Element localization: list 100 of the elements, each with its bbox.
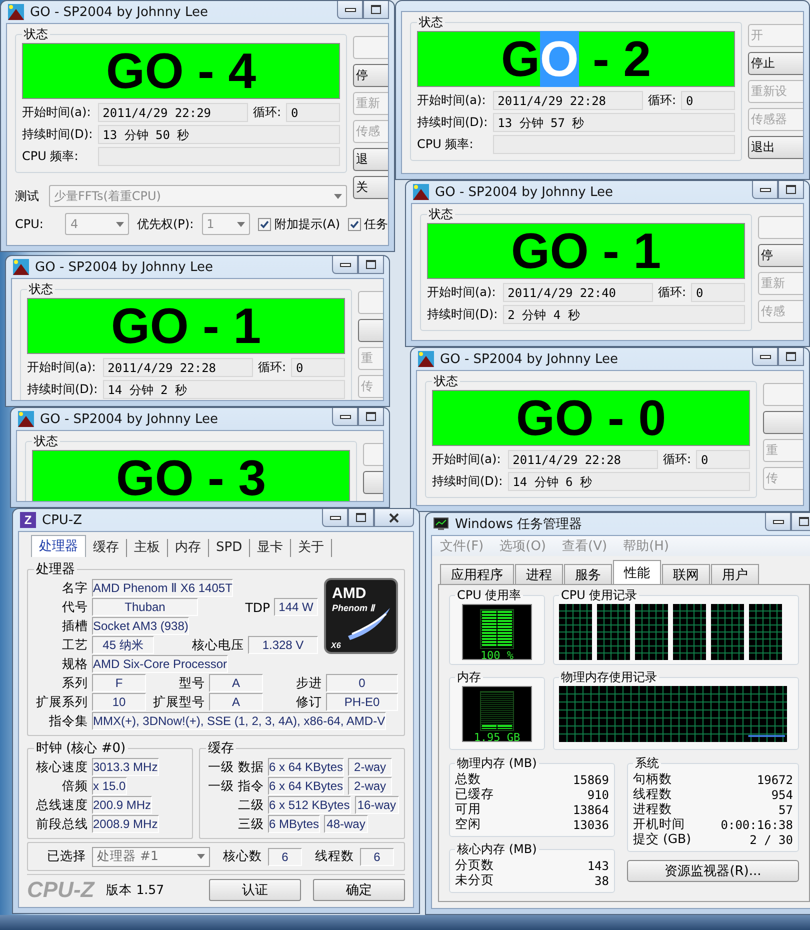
version-text: 版本 1.57 (106, 882, 164, 898)
side-button[interactable]: 停 (353, 64, 388, 87)
minimize-button[interactable] (752, 348, 778, 366)
minimize-button[interactable] (765, 513, 791, 531)
stat-label: 已缓存 (455, 786, 494, 803)
field-label: 规格 (61, 656, 88, 672)
minimize-button[interactable] (752, 181, 778, 199)
meter-reading: 100 % (480, 649, 514, 662)
processor-dropdown[interactable]: 处理器 #1 (92, 846, 210, 866)
status-text: GO - 1 (110, 299, 262, 353)
clock-field: 3013.3 MHz (92, 758, 159, 776)
minimize-button[interactable] (332, 408, 358, 426)
footer-button[interactable]: 认证 (209, 879, 301, 901)
checkbox[interactable] (348, 218, 361, 230)
side-button[interactable]: 停止 (748, 52, 803, 75)
tab[interactable]: 性能 (613, 560, 661, 584)
start-time-field: 2011/4/29 22:40 (502, 283, 653, 302)
minimize-button[interactable] (337, 1, 363, 19)
group-label: 物理内存使用记录 (560, 669, 658, 686)
tab[interactable]: 缓存 (86, 539, 127, 557)
stat-label: 总数 (455, 771, 481, 788)
field-label: 已选择 (46, 848, 86, 865)
maximize-button[interactable] (358, 408, 384, 426)
side-button[interactable]: 退出 (748, 136, 803, 159)
stat-value: 2 / 30 (750, 832, 793, 846)
stat-value: 19672 (756, 772, 793, 786)
status-text: GO - 3 (116, 451, 266, 501)
side-button[interactable] (358, 319, 383, 342)
mountain-icon (8, 4, 24, 20)
processor-name-field: AMD Phenom Ⅱ X6 1405T (92, 579, 234, 597)
loop-label: 循环: (252, 104, 281, 121)
side-button[interactable]: 停 (758, 244, 803, 267)
cache-associativity-field: 48-way (324, 815, 368, 833)
resource-monitor-button[interactable]: 资源监视器(R)... (627, 860, 799, 882)
group-label: 状态 (433, 373, 459, 390)
maximize-button[interactable] (363, 1, 389, 19)
maximize-button[interactable] (778, 348, 804, 366)
side-button[interactable]: 退 (353, 148, 388, 171)
start-time-label: 开始时间(a): (432, 451, 502, 468)
side-button[interactable] (363, 471, 383, 494)
window-title: CPU-Z (42, 512, 82, 528)
tab[interactable]: 处理器 (31, 535, 86, 557)
stat-value: 910 (587, 788, 609, 802)
start-time-field: 2011/4/29 22:28 (102, 358, 253, 377)
duration-label: 持续时间(D): (427, 306, 498, 323)
maximize-button[interactable] (791, 513, 810, 531)
minimize-button[interactable] (322, 509, 348, 527)
tab[interactable]: 用户 (711, 564, 759, 584)
side-button[interactable] (763, 411, 803, 434)
stat-value: 13036 (572, 818, 609, 832)
loop-field: 0 (696, 450, 750, 469)
meter-reading: 1.95 GB (474, 731, 520, 744)
checkbox[interactable] (258, 218, 272, 230)
stat-value: 15869 (572, 772, 609, 786)
close-icon (389, 512, 399, 522)
tab[interactable]: 主板 (127, 539, 168, 557)
field-label: 核心数 (222, 848, 262, 865)
tab[interactable]: 联网 (662, 564, 710, 584)
cpu-history-graph (711, 604, 744, 660)
field-label: 核心速度 (35, 758, 88, 776)
field-label: 扩展系列 (35, 694, 88, 710)
field-label: 三级 (237, 816, 264, 832)
tab[interactable]: 显卡 (250, 539, 292, 557)
socket-field: Socket AM3 (938) (92, 617, 190, 635)
tab[interactable]: 服务 (564, 564, 612, 584)
clock-field: 200.9 MHz (92, 796, 152, 814)
cache-associativity-field: 16-way (354, 796, 399, 814)
side-button[interactable]: 关 (353, 176, 388, 199)
cache-associativity-field: 2-way (348, 777, 392, 795)
cache-size-field: 6 x 64 KBytes (268, 758, 344, 776)
cache-size-field: 6 MBytes (268, 815, 320, 833)
process-field: 45 纳米 (92, 636, 154, 654)
field-label: 前段总线 (35, 816, 88, 832)
status-text: GO - 1 (510, 224, 662, 278)
monitor-icon (433, 517, 449, 531)
loop-label: 循环: (658, 284, 686, 301)
cache-size-field: 6 x 64 KBytes (268, 777, 344, 795)
footer-button[interactable]: 确定 (313, 879, 405, 901)
group-label: 状态 (23, 26, 49, 43)
maximize-button[interactable] (778, 181, 804, 199)
tab[interactable]: 进程 (515, 564, 563, 584)
tab[interactable]: SPD (209, 539, 250, 557)
tab[interactable]: 内存 (168, 539, 209, 557)
maximize-button[interactable] (348, 509, 374, 527)
group-label: 核心内存 (MB) (456, 841, 538, 858)
field-label: 系列 (61, 674, 88, 692)
field-label: 扩展型号 (152, 694, 205, 710)
maximize-button[interactable] (358, 256, 384, 274)
tab[interactable]: 应用程序 (440, 564, 514, 584)
loop-label: 循环: (258, 359, 286, 376)
app-logo: CPU-Z (27, 877, 94, 903)
window-title: GO - SP2004 by Johnny Lee (435, 184, 613, 200)
stat-label: 空闲 (455, 816, 481, 833)
tab[interactable]: 关于 (291, 539, 332, 557)
stat-value: 38 (594, 874, 609, 888)
group-label: 状态 (428, 206, 454, 223)
stat-label: 可用 (455, 801, 481, 818)
field-label: 工艺 (61, 636, 88, 654)
minimize-button[interactable] (332, 256, 358, 274)
close-button[interactable] (374, 509, 414, 527)
